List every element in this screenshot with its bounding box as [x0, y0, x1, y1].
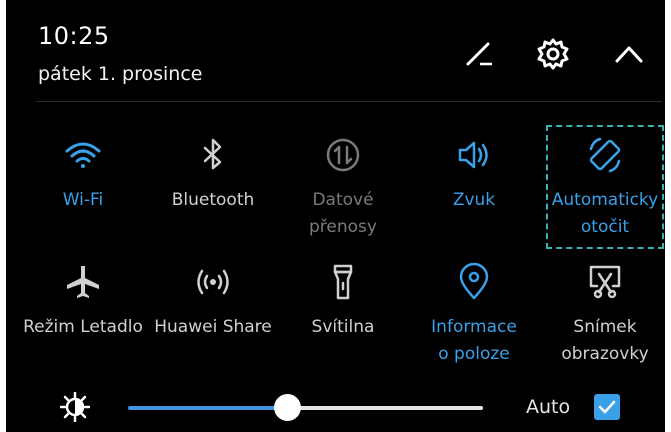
tile-label: Datové — [312, 190, 374, 210]
checkmark-icon — [598, 400, 616, 414]
huawei-share-icon — [193, 262, 233, 302]
tile-label: Svítilna — [311, 317, 375, 337]
auto-brightness-label: Auto — [526, 396, 571, 418]
sound-icon — [454, 135, 494, 175]
brightness-slider-thumb[interactable] — [274, 394, 302, 421]
flashlight-icon — [323, 262, 363, 302]
wifi-icon — [63, 135, 103, 175]
divider — [36, 101, 662, 102]
screenshot-icon — [585, 262, 625, 302]
date-text: pátek 1. prosince — [38, 63, 203, 85]
collapse-chevron-up-icon[interactable] — [609, 34, 649, 74]
location-icon — [454, 262, 494, 302]
tile-label: obrazovky — [561, 344, 649, 364]
airplane-icon — [63, 262, 103, 302]
edit-icon[interactable] — [458, 34, 498, 74]
tile-label: Huawei Share — [154, 317, 272, 337]
tile-label: o poloze — [438, 344, 510, 364]
tile-label: Zvuk — [452, 190, 496, 210]
clock-time: 10:25 — [38, 22, 110, 50]
settings-gear-icon[interactable] — [533, 34, 573, 74]
tile-label: Režim Letadlo — [23, 317, 143, 337]
brightness-slider-fill[interactable] — [128, 406, 288, 410]
tile-label: Wi-Fi — [62, 190, 104, 210]
auto-brightness-checkbox[interactable] — [594, 394, 620, 420]
brightness-icon — [59, 391, 91, 423]
quick-settings-panel: 10:25 pátek 1. prosince Wi-Fi Bluetooth … — [6, 0, 665, 432]
tile-label: Bluetooth — [171, 190, 255, 210]
tile-label: přenosy — [309, 217, 377, 237]
selection-highlight — [546, 125, 664, 249]
tile-label: Snímek — [573, 317, 637, 337]
bluetooth-icon — [193, 135, 233, 175]
brightness-slider-track[interactable] — [287, 406, 483, 410]
mobile-data-icon — [323, 135, 363, 175]
tile-label: Informace — [431, 317, 517, 337]
